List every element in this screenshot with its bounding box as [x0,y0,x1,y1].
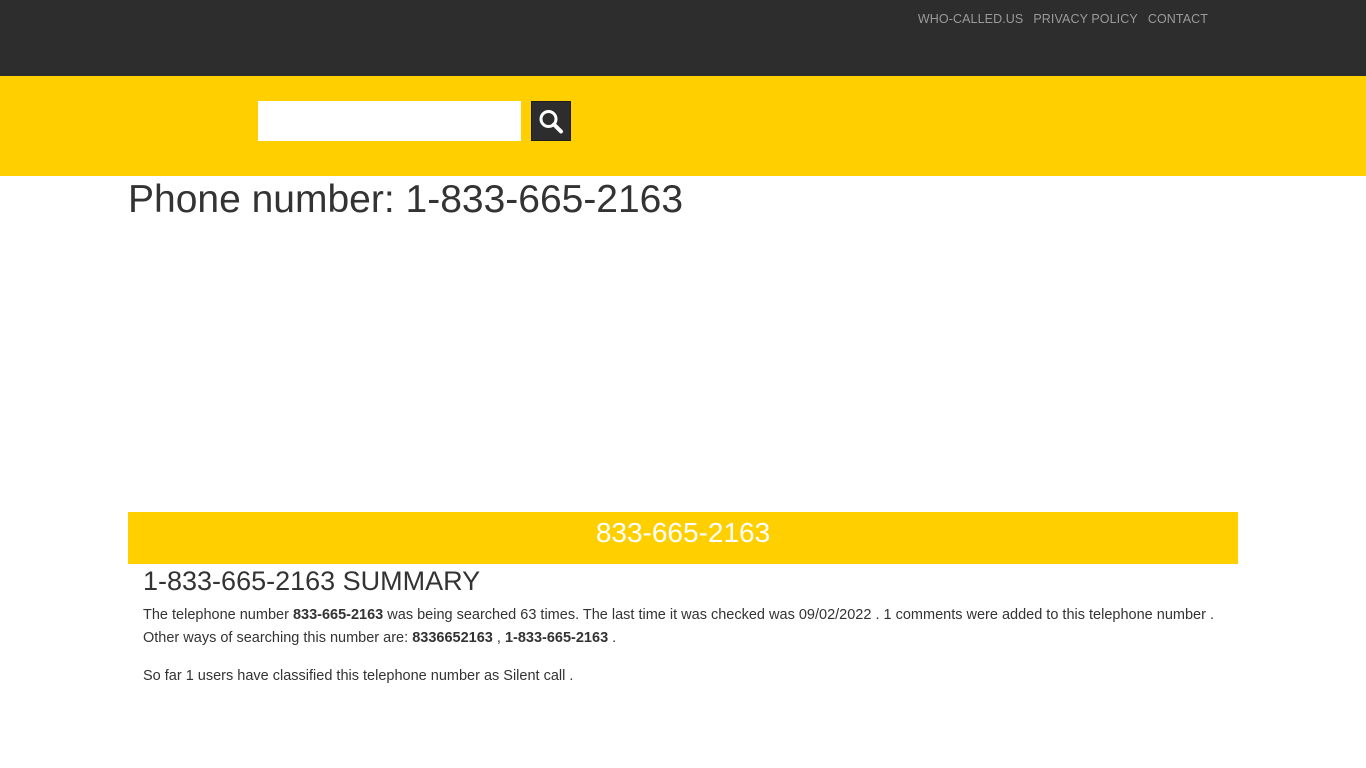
top-navbar: WHO-CALLED.US PRIVACY POLICY CONTACT [0,0,1366,76]
alternate-number-digits: 8336652163 [412,630,493,646]
page-title: Phone number: 1-833-665-2163 [128,178,684,221]
summary-phone-number: 833-665-2163 [292,607,384,623]
nav-link-privacy-policy[interactable]: PRIVACY POLICY [1033,11,1137,27]
search-band [0,76,1366,176]
nav-link-contact[interactable]: CONTACT [1148,11,1208,27]
top-nav-links: WHO-CALLED.US PRIVACY POLICY CONTACT [918,11,1208,27]
alternate-number-dashed: 1-833-665-2163 [504,630,609,646]
summary-text-end: . [608,630,617,646]
summary-heading: 1-833-665-2163 SUMMARY [143,566,481,596]
nav-link-who-called-us[interactable]: WHO-CALLED.US [918,11,1023,27]
phone-number-banner: 833-665-2163 [128,512,1238,564]
classification-paragraph: So far 1 users have classified this tele… [143,668,574,684]
summary-paragraph: The telephone number 833-665-2163 was be… [143,604,1223,650]
search-button[interactable] [531,101,571,141]
summary-separator: , [492,630,505,646]
summary-text-part: The telephone number [143,607,293,623]
search-icon [539,110,563,134]
phone-search-input[interactable] [258,101,521,141]
